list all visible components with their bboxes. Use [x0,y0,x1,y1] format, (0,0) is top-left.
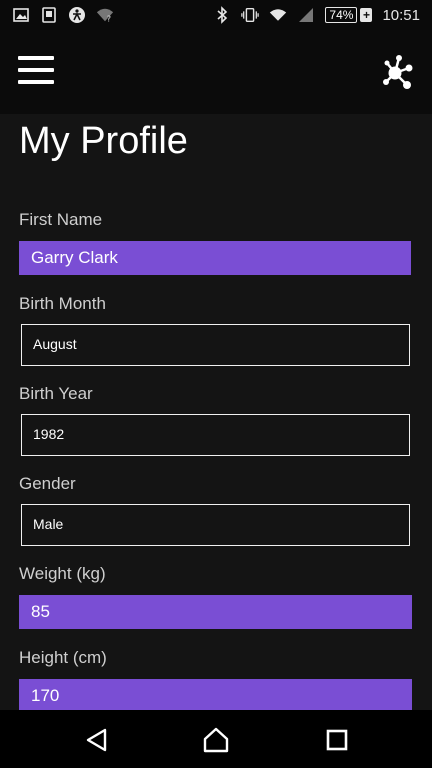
status-right-icons: 74% + 10:51 [213,6,420,24]
battery-indicator: 74% + [325,7,373,23]
birth-year-select[interactable]: 1982 [21,414,410,456]
menu-button[interactable] [18,56,54,86]
birth-month-select[interactable]: August [21,324,410,366]
wifi-icon [269,6,287,24]
wifi-unknown-icon: ? [96,6,114,24]
weight-field[interactable]: 85 [19,595,412,629]
gender-select[interactable]: Male [21,504,410,546]
status-bar: ? 74% + 10:51 [0,0,432,30]
app-bar [0,30,432,114]
height-label: Height (cm) [19,648,107,667]
page-title: My Profile [19,120,188,162]
status-clock: 10:51 [382,6,420,24]
battery-level: 74% [325,7,358,23]
height-field[interactable]: 170 [19,679,412,710]
svg-text:?: ? [107,13,111,23]
square-recents-icon [326,729,348,751]
bluetooth-icon [213,6,231,24]
accessibility-icon [68,6,86,24]
status-left-icons: ? [12,6,114,24]
gender-label: Gender [19,474,76,493]
recents-button[interactable] [324,727,350,753]
system-nav-bar [0,710,432,768]
charging-icon: + [360,8,373,22]
first-name-label: First Name [19,210,103,229]
nfc-icon [40,6,58,24]
back-button[interactable] [84,727,110,753]
signal-icon [297,6,315,24]
first-name-field[interactable]: Garry Clark [19,241,411,275]
weight-label: Weight (kg) [19,564,106,583]
profile-form: My Profile First Name Garry Clark Birth … [0,114,432,710]
home-icon [203,727,229,753]
vibrate-icon [241,6,260,24]
birth-year-label: Birth Year [19,384,93,403]
gallery-icon [12,6,30,24]
home-button[interactable] [203,727,229,753]
hub-button[interactable] [380,54,414,90]
molecule-hub-icon [383,55,413,89]
birth-month-label: Birth Month [19,294,106,313]
back-triangle-icon [86,728,107,752]
hamburger-icon [18,56,54,60]
